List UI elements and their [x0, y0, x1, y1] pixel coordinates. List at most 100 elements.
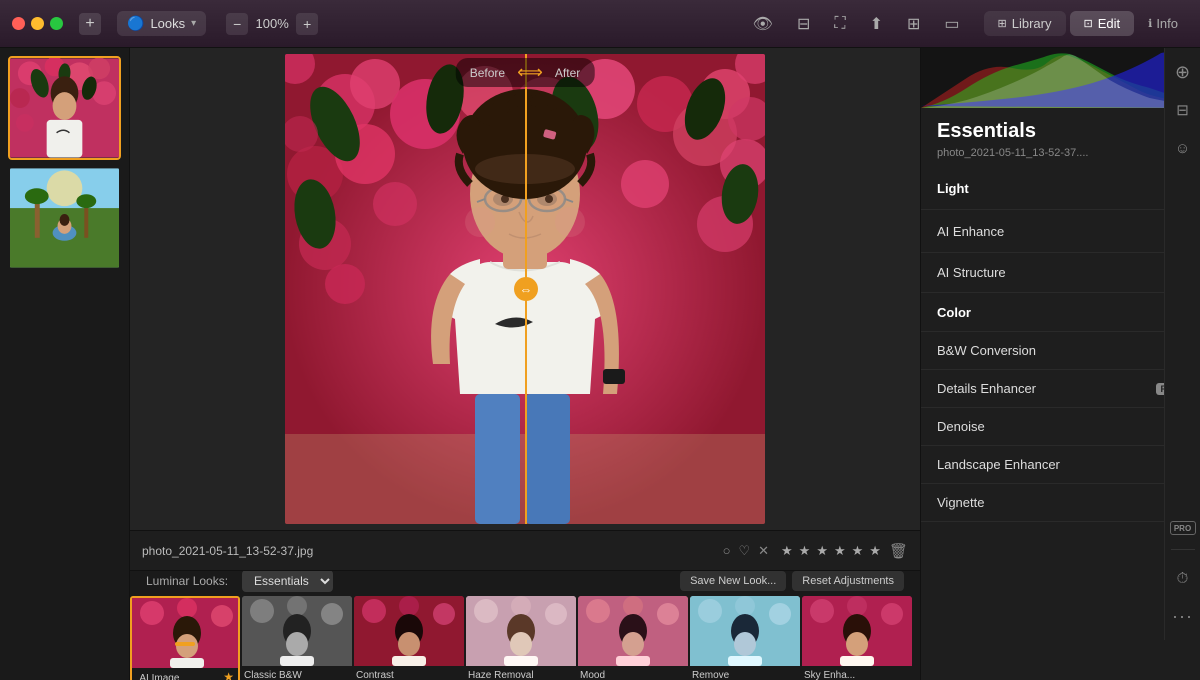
look-thumb-contrast[interactable]: ContrastEnhancer: [354, 596, 464, 680]
trash-icon[interactable]: 🗑: [889, 542, 908, 560]
panel-item-details-enhancer[interactable]: Details Enhancer PRO: [921, 370, 1200, 408]
look-label-color-cast: RemoveColor Cast: [690, 667, 739, 680]
panel-item-ai-structure[interactable]: AI Structure ◎: [921, 253, 1200, 293]
compare-icon[interactable]: ⊟: [793, 10, 814, 38]
looks-strip: Luminar Looks: Essentials Save New Look.…: [130, 570, 920, 680]
essentials-filename: photo_2021-05-11_13-52-37....: [921, 147, 1200, 167]
look-label-ai-image: AI ImageEnhancer: [136, 670, 183, 680]
panel-item-color[interactable]: Color ☺: [921, 293, 1200, 332]
look-thumb-mood[interactable]: MoodEnhancer: [578, 596, 688, 680]
minimize-button[interactable]: [31, 17, 44, 30]
photo-main: ⇔: [285, 54, 765, 524]
look-label-mood: MoodEnhancer: [578, 667, 623, 680]
looks-label: Looks: [150, 16, 185, 31]
split-indicator: ⟺: [517, 62, 543, 83]
reset-adjustments-button[interactable]: Reset Adjustments: [792, 571, 904, 591]
reject-icon[interactable]: ✕: [758, 543, 769, 559]
toolbar-icons: 👁 ⊟ ⛶ ⬆ ⊞ ▭: [749, 10, 964, 38]
look-thumb-classic-bw[interactable]: Classic B&W: [242, 596, 352, 680]
share-icon[interactable]: ⬆: [866, 10, 887, 38]
after-label: After: [555, 66, 580, 80]
traffic-lights: [12, 17, 63, 30]
panel-item-landscape-label: Landscape Enhancer: [937, 457, 1060, 472]
pro-icon: PRO: [1170, 521, 1196, 535]
star-empty-1[interactable]: ★: [781, 543, 793, 559]
star-empty-3[interactable]: ★: [816, 543, 828, 559]
circle-icon[interactable]: ○: [723, 543, 731, 558]
panel-item-ai-enhance-label: AI Enhance: [937, 224, 1004, 239]
look-preview-classic-bw: [242, 596, 352, 666]
looks-menu-button[interactable]: 🔵 Looks ▾: [117, 11, 206, 36]
look-thumb-haze[interactable]: Haze Removal: [466, 596, 576, 680]
look-thumb-ai-image[interactable]: AI ImageEnhancer ★: [130, 596, 240, 680]
rating-area: ★ ★ ★ ★ ★ ★: [781, 543, 881, 559]
titlebar: + 🔵 Looks ▾ − 100% + 👁 ⊟ ⛶ ⬆ ⊞ ▭ ⊞ Libra…: [0, 0, 1200, 48]
panel-item-denoise[interactable]: Denoise: [921, 408, 1200, 446]
panel-item-bw-conversion[interactable]: B&W Conversion: [921, 332, 1200, 370]
frame-icon[interactable]: ▭: [940, 10, 963, 38]
look-label-sky: Sky Enha...: [802, 667, 857, 680]
add-tab-button[interactable]: +: [79, 13, 101, 35]
looks-inner: Luminar Looks: Essentials Save New Look.…: [130, 570, 920, 680]
mode-tabs: ⊞ Library ⊡ Edit ℹ Info: [984, 11, 1188, 36]
filmstrip: [0, 48, 130, 680]
histogram: [921, 48, 1200, 108]
star-empty-2[interactable]: ★: [799, 543, 811, 559]
look-thumb-sky[interactable]: Sky Enha...: [802, 596, 912, 680]
layers-icon[interactable]: ⊕: [1169, 58, 1197, 86]
library-tab[interactable]: ⊞ Library: [984, 11, 1066, 36]
zoom-in-button[interactable]: +: [296, 13, 318, 35]
adjustments-icon[interactable]: ⊟: [1169, 96, 1197, 124]
before-label: Before: [470, 66, 505, 80]
look-preview-contrast: [354, 596, 464, 666]
info-button[interactable]: ℹ Info: [1138, 11, 1188, 36]
edit-tab[interactable]: ⊡ Edit: [1070, 11, 1135, 36]
filename-label: photo_2021-05-11_13-52-37.jpg: [142, 544, 313, 558]
panel-item-ai-enhance[interactable]: AI Enhance ☀: [921, 210, 1200, 253]
star-empty-5[interactable]: ★: [852, 543, 864, 559]
status-bar: photo_2021-05-11_13-52-37.jpg ○ ♡ ✕ ★ ★ …: [130, 530, 920, 570]
panel-item-light[interactable]: Light ☀: [921, 167, 1200, 210]
looks-dropdown[interactable]: Essentials: [242, 570, 333, 592]
look-star-ai-image: ★: [223, 670, 234, 680]
look-preview-sky: [802, 596, 912, 666]
crop-icon[interactable]: ⛶: [830, 11, 849, 37]
icon-rail: ⊕ ⊟ ☺ PRO ⏱ ···: [1164, 48, 1200, 640]
zoom-out-button[interactable]: −: [226, 13, 248, 35]
rail-divider: [1171, 549, 1195, 550]
eye-icon[interactable]: 👁: [749, 10, 777, 38]
face-icon[interactable]: ☺: [1169, 134, 1197, 162]
filmstrip-item-1[interactable]: [8, 56, 121, 160]
split-line[interactable]: ⇔: [525, 54, 527, 524]
look-preview-color-cast: [690, 596, 800, 666]
look-label-classic-bw: Classic B&W: [242, 667, 304, 680]
look-thumb-color-cast[interactable]: RemoveColor Cast: [690, 596, 800, 680]
filmstrip-thumb-2: [10, 168, 119, 268]
panel-item-ai-structure-label: AI Structure: [937, 265, 1006, 280]
right-panel: Essentials photo_2021-05-11_13-52-37....…: [920, 48, 1200, 680]
history-icon[interactable]: ⏱: [1169, 564, 1197, 592]
save-look-button[interactable]: Save New Look...: [680, 571, 786, 591]
filmstrip-thumb-1: [10, 58, 119, 158]
looks-top-bar: Luminar Looks: Essentials Save New Look.…: [130, 570, 920, 596]
panel-items: Light ☀ AI Enhance ☀ AI Structure ◎ Colo…: [921, 167, 1200, 680]
panel-item-bw-label: B&W Conversion: [937, 343, 1036, 358]
photo-container[interactable]: ⇔: [130, 48, 920, 530]
heart-icon[interactable]: ♡: [738, 543, 750, 559]
star-empty-6[interactable]: ★: [869, 543, 881, 559]
split-handle[interactable]: ⇔: [514, 277, 538, 301]
grid-icon[interactable]: ⊞: [903, 10, 924, 38]
panel-item-vignette[interactable]: Vignette: [921, 484, 1200, 522]
look-preview-ai-image: [132, 598, 238, 668]
essentials-header: Essentials: [921, 108, 1200, 147]
looks-label: Luminar Looks:: [138, 574, 236, 588]
panel-item-vignette-label: Vignette: [937, 495, 984, 510]
maximize-button[interactable]: [50, 17, 63, 30]
close-button[interactable]: [12, 17, 25, 30]
star-empty-4[interactable]: ★: [834, 543, 846, 559]
panel-item-landscape-enhancer[interactable]: Landscape Enhancer: [921, 446, 1200, 484]
look-preview-haze: [466, 596, 576, 666]
more-icon[interactable]: ···: [1169, 602, 1197, 630]
canvas-area: Before ⟺ After: [130, 48, 920, 680]
filmstrip-item-2[interactable]: [8, 166, 121, 270]
